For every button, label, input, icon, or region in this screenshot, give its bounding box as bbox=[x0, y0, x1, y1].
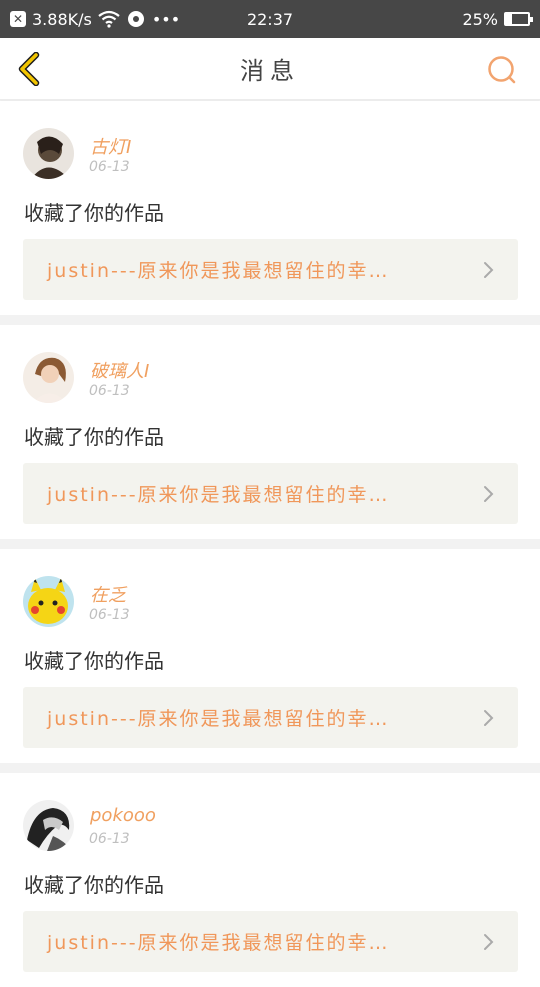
work-title: justin---原来你是我最想留住的幸… bbox=[47, 708, 390, 730]
message-list: 古灯I 06-13 收藏了你的作品 justin---原来你是我最想留住的幸… … bbox=[0, 101, 540, 987]
user-name[interactable]: 破璃人I bbox=[90, 357, 149, 383]
chevron-right-icon bbox=[484, 709, 494, 726]
message-card: 古灯I 06-13 收藏了你的作品 justin---原来你是我最想留住的幸… bbox=[0, 101, 540, 315]
work-title: justin---原来你是我最想留住的幸… bbox=[47, 260, 390, 282]
battery-percent: 25% bbox=[462, 9, 498, 29]
work-title: justin---原来你是我最想留住的幸… bbox=[47, 484, 390, 506]
avatar[interactable] bbox=[23, 352, 74, 403]
user-name[interactable]: 在乏 bbox=[90, 581, 126, 607]
post-date: 06-13 bbox=[89, 607, 130, 623]
action-text: 收藏了你的作品 bbox=[24, 425, 164, 449]
network-speed: 3.88K/s bbox=[32, 9, 92, 29]
action-text: 收藏了你的作品 bbox=[24, 201, 164, 225]
avatar[interactable] bbox=[23, 128, 74, 179]
message-card: 在乏 06-13 收藏了你的作品 justin---原来你是我最想留住的幸… bbox=[0, 549, 540, 763]
chevron-right-icon bbox=[484, 261, 494, 278]
nav-bar: 消息 bbox=[0, 38, 540, 100]
page-title: 消息 bbox=[240, 57, 300, 85]
notification-icon: ✕ bbox=[10, 11, 26, 27]
avatar[interactable] bbox=[23, 576, 74, 627]
post-date: 06-13 bbox=[89, 383, 130, 399]
post-date: 06-13 bbox=[89, 159, 130, 175]
action-text: 收藏了你的作品 bbox=[24, 873, 164, 897]
sync-icon bbox=[127, 11, 144, 27]
work-link[interactable]: justin---原来你是我最想留住的幸… bbox=[23, 239, 518, 300]
chevron-right-icon bbox=[484, 933, 494, 950]
work-link[interactable]: justin---原来你是我最想留住的幸… bbox=[23, 687, 518, 748]
user-name[interactable]: pokooo bbox=[90, 805, 156, 826]
work-link[interactable]: justin---原来你是我最想留住的幸… bbox=[23, 463, 518, 524]
action-text: 收藏了你的作品 bbox=[24, 649, 164, 673]
search-icon[interactable] bbox=[486, 54, 518, 86]
message-card: pokooo 06-13 收藏了你的作品 justin---原来你是我最想留住的… bbox=[0, 773, 540, 987]
wifi-icon bbox=[98, 10, 120, 28]
status-bar: ✕ 3.88K/s ••• 22:37 25% bbox=[0, 0, 540, 38]
battery-level bbox=[506, 14, 512, 24]
avatar[interactable] bbox=[23, 800, 74, 851]
user-name[interactable]: 古灯I bbox=[90, 133, 131, 159]
work-title: justin---原来你是我最想留住的幸… bbox=[47, 932, 390, 954]
work-link[interactable]: justin---原来你是我最想留住的幸… bbox=[23, 911, 518, 972]
more-status-icon: ••• bbox=[151, 9, 181, 29]
post-date: 06-13 bbox=[89, 831, 130, 847]
chevron-right-icon bbox=[484, 485, 494, 502]
battery-icon bbox=[504, 12, 533, 26]
message-card: 破璃人I 06-13 收藏了你的作品 justin---原来你是我最想留住的幸… bbox=[0, 325, 540, 539]
back-arrow-icon[interactable] bbox=[14, 52, 46, 86]
